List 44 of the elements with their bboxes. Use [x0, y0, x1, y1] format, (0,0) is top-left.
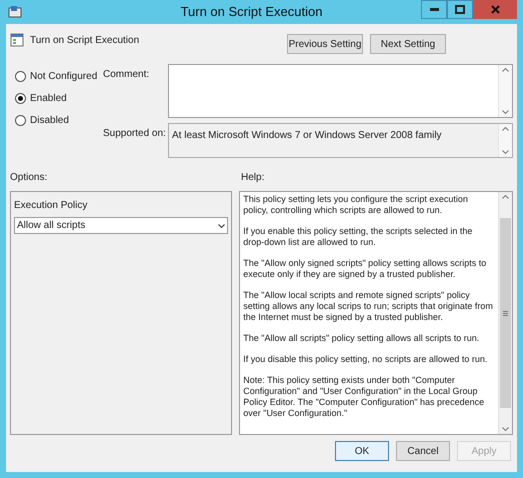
radio-button[interactable]	[15, 115, 26, 126]
help-paragraph: The "Allow local scripts and remote signed scripts" policy setting allows any local scrips to run; scripts that originate from the Internet must be signed by a trusted publisher.	[243, 290, 494, 323]
scroll-down-icon	[502, 427, 509, 431]
help-paragraph: The "Allow only signed scripts" policy setting allows scripts to execute only if they are signed by a trusted publisher.	[243, 258, 488, 280]
maximize-icon	[455, 5, 465, 14]
minimize-button[interactable]	[421, 0, 447, 19]
scroll-down-icon	[502, 150, 509, 154]
dialog-button[interactable]: Cancel	[396, 441, 450, 461]
execution-policy-label: Execution Policy	[14, 199, 88, 213]
radio-button[interactable]	[15, 93, 26, 104]
supported-on-value: At least Microsoft Windows 7 or Windows Server 2008 family	[171, 129, 443, 143]
scroll-down-icon	[502, 110, 509, 114]
setting-name: Turn on Script Execution	[30, 34, 140, 48]
grip-icon	[503, 310, 508, 316]
radio-label: Disabled	[30, 114, 69, 128]
scroll-up-icon	[502, 195, 509, 199]
help-paragraph: The "Allow all scripts" policy setting allows all scripts to run.	[243, 333, 480, 344]
nav-button[interactable]: Next Setting	[370, 34, 446, 54]
maximize-button[interactable]	[447, 0, 473, 19]
options-label: Options:	[10, 170, 48, 184]
close-icon	[490, 5, 500, 14]
help-paragraph: If you disable this policy setting, no scripts are allowed to run.	[243, 354, 488, 365]
scroll-thumb[interactable]	[500, 218, 511, 408]
window-app-icon	[8, 5, 22, 19]
radio-label: Not Configured	[30, 70, 98, 84]
help-label: Help:	[241, 170, 264, 184]
comment-field[interactable]	[168, 64, 513, 118]
execution-policy-dropdown[interactable]: Allow all scripts	[14, 217, 228, 234]
help-paragraph: This policy setting lets you configure the script execution policy, controlling which scripts are allowed to run.	[243, 194, 469, 216]
dialog-button[interactable]: OK	[335, 441, 389, 461]
help-paragraph: If you enable this policy setting, the scripts selected in the drop-down list are allowed to run.	[243, 226, 474, 248]
policy-icon	[10, 33, 24, 47]
radio-button[interactable]	[15, 71, 26, 82]
help-paragraph: Note: This policy setting exists under both "Computer Configuration" and "User Configuration" in the Local Group Policy Editor. The "Computer Configuration" has precedence over "User Configuration."	[243, 375, 486, 419]
minimize-icon	[430, 8, 438, 11]
comment-label: Comment:	[103, 68, 150, 82]
close-button[interactable]	[473, 0, 517, 19]
window-title: Turn on Script Execution	[180, 3, 324, 22]
dropdown-caret-icon	[218, 224, 226, 228]
scroll-up-icon	[502, 127, 509, 131]
radio-label: Enabled	[30, 92, 67, 106]
supported-on-label: Supported on:	[103, 127, 167, 141]
scroll-up-icon	[502, 68, 509, 72]
nav-button[interactable]: Previous Setting	[287, 34, 363, 54]
